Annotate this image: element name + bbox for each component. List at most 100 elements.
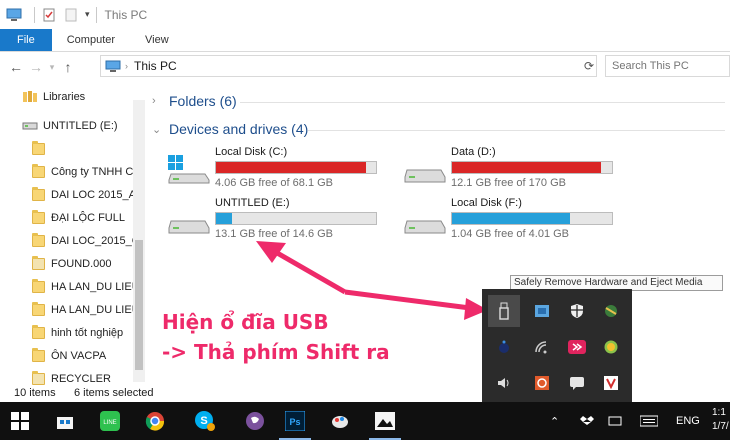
tab-view[interactable]: View: [130, 29, 184, 51]
nav-item[interactable]: HA LAN_DU LIEU: [0, 298, 146, 321]
tab-file[interactable]: File: [0, 29, 52, 51]
svg-text:LINE: LINE: [103, 420, 116, 426]
nav-item[interactable]: HA LAN_DU LIEU: [0, 275, 146, 298]
nav-item-label: hinh tốt nghiệp: [51, 326, 124, 339]
tab-computer[interactable]: Computer: [52, 29, 130, 51]
folder-icon: [32, 140, 45, 155]
folder-icon: [32, 163, 45, 178]
folder-icon: [32, 209, 45, 224]
address-bar[interactable]: › This PC ⟳: [100, 55, 597, 77]
nav-item[interactable]: Công ty TNHH C: [0, 160, 146, 183]
chrome-app-icon[interactable]: [135, 402, 175, 440]
drive-free-space: 12.1 GB free of 170 GB: [451, 177, 566, 189]
nav-item-label: UNTITLED (E:): [43, 119, 118, 132]
line-app-icon[interactable]: LINE: [90, 402, 130, 440]
nav-item[interactable]: hinh tốt nghiệp: [0, 321, 146, 344]
nav-item[interactable]: [0, 137, 146, 160]
taskbar: LINE S Ps ⌃ ENG 1:1 1/7/: [0, 402, 730, 440]
globe-app-icon[interactable]: [599, 299, 623, 323]
clock-date: 1/7/: [712, 421, 729, 432]
drive-free-space: 1.04 GB free of 4.01 GB: [451, 228, 570, 240]
safely-remove-usb-icon[interactable]: [488, 295, 520, 327]
drive-usage-fill: [216, 162, 367, 173]
chevron-down-icon[interactable]: ⌄: [152, 123, 162, 136]
nav-scrollbar-thumb[interactable]: [135, 240, 143, 370]
group-folders-label: Folders (6): [169, 93, 237, 109]
recent-dropdown-icon[interactable]: ▾: [46, 62, 58, 73]
keyboard-icon[interactable]: [640, 402, 658, 440]
annotation-line-1: Hiện ổ đĩa USB: [162, 310, 329, 334]
divider: [240, 102, 725, 103]
photoshop-app-icon[interactable]: Ps: [275, 402, 315, 440]
nav-item-label: DAI LOC_2015_C: [51, 234, 140, 247]
nav-item-label: HA LAN_DU LIEU: [51, 303, 140, 316]
dropbox-tray-icon[interactable]: [580, 402, 594, 440]
selected-count: 6 items selected: [74, 387, 154, 399]
drive-name: UNTITLED (E:): [215, 197, 290, 209]
photos-app-icon[interactable]: [365, 402, 405, 440]
back-arrow-icon[interactable]: ←: [6, 59, 26, 75]
nav-item[interactable]: RECYCLER: [0, 367, 146, 385]
usb-drive-icon: [168, 220, 210, 234]
update-app-icon[interactable]: [599, 335, 623, 359]
item-count: 10 items: [14, 387, 56, 399]
drive-usage-fill: [216, 213, 232, 224]
drive-e[interactable]: UNTITLED (E:) 13.1 GB free of 14.6 GB: [167, 195, 392, 243]
ribbon-tabs: File Computer View: [0, 29, 730, 52]
wifi-icon[interactable]: [530, 335, 554, 359]
search-input[interactable]: [605, 55, 730, 77]
skype-app-icon[interactable]: S: [185, 402, 225, 440]
clock[interactable]: 1:1 1/7/: [712, 406, 729, 434]
group-devices[interactable]: ⌄ Devices and drives (4): [152, 121, 308, 137]
properties-icon[interactable]: [41, 8, 57, 22]
viber-app-icon[interactable]: [235, 402, 275, 440]
nav-item[interactable]: FOUND.000: [0, 252, 146, 275]
start-button[interactable]: [0, 402, 40, 440]
folder-icon: [32, 347, 45, 362]
nav-item[interactable]: DAI LOC 2015_A: [0, 183, 146, 206]
windows-logo-icon: [11, 412, 29, 430]
hard-drive-icon: [404, 169, 446, 183]
drive-d[interactable]: Data (D:) 12.1 GB free of 170 GB: [403, 144, 628, 192]
window-title: This PC: [104, 7, 148, 22]
drive-free-space: 13.1 GB free of 14.6 GB: [215, 228, 334, 240]
network-adapter-icon[interactable]: [530, 299, 554, 323]
drive-usage-fill: [452, 213, 571, 224]
nav-item-label: DAI LOC 2015_A: [51, 188, 136, 201]
computer-icon: [105, 60, 121, 72]
breadcrumb-location[interactable]: This PC: [134, 59, 177, 73]
drive-usage-fill: [452, 162, 601, 173]
paint-app-icon[interactable]: [320, 402, 360, 440]
download-manager-icon[interactable]: [565, 335, 589, 359]
forward-arrow-icon[interactable]: →: [26, 59, 46, 75]
nav-item[interactable]: ÔN VACPA: [0, 344, 146, 367]
store-app-icon[interactable]: [45, 402, 85, 440]
nav-item[interactable]: ĐẠI LỘC FULL: [0, 206, 146, 229]
divider: [308, 130, 725, 131]
drive-free-space: 4.06 GB free of 68.1 GB: [215, 177, 334, 189]
shield-icon[interactable]: [565, 299, 589, 323]
nav-item[interactable]: UNTITLED (E:): [0, 114, 146, 137]
refresh-icon[interactable]: ⟳: [584, 59, 594, 73]
bluetooth-app-icon[interactable]: [492, 335, 516, 359]
tray-overflow-chevron-icon[interactable]: ⌃: [550, 402, 559, 440]
chevron-right-icon[interactable]: ›: [152, 95, 162, 107]
drive-usage-bar: [451, 161, 613, 174]
navigation-pane: Libraries UNTITLED (E:) Công ty TNHH C DAI …: [0, 85, 146, 385]
svg-text:Ps: Ps: [289, 417, 300, 427]
language-indicator[interactable]: ENG: [676, 402, 700, 440]
quick-access-dropdown-icon[interactable]: ▾: [85, 9, 90, 20]
drive-c[interactable]: Local Disk (C:) 4.06 GB free of 68.1 GB: [167, 144, 392, 192]
breadcrumb-chevron-icon: ›: [125, 61, 128, 71]
drive-usage-bar: [451, 212, 613, 225]
group-folders[interactable]: › Folders (6): [152, 93, 237, 109]
up-arrow-icon[interactable]: ↑: [58, 59, 78, 75]
new-folder-icon[interactable]: [63, 8, 79, 22]
svg-text:S: S: [200, 415, 207, 427]
nav-item[interactable]: Libraries: [0, 85, 146, 108]
computer-icon: [6, 8, 22, 21]
battery-network-icon[interactable]: [608, 402, 622, 440]
nav-item[interactable]: DAI LOC_2015_C: [0, 229, 146, 252]
drive-name: Local Disk (F:): [451, 197, 522, 209]
drive-f[interactable]: Local Disk (F:) 1.04 GB free of 4.01 GB: [403, 195, 628, 243]
